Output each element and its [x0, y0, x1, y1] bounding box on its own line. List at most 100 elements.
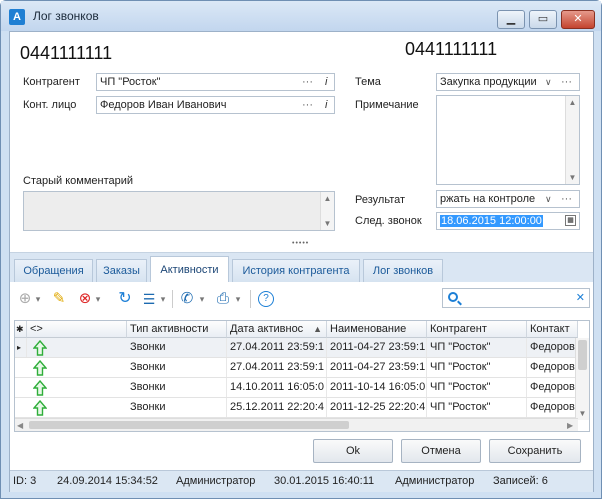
add-dropdown-icon[interactable]: ▾: [34, 290, 42, 308]
close-button[interactable]: ✕: [561, 10, 595, 29]
search-icon-handle: [457, 300, 462, 306]
next-call-value: 18.06.2015 12:00:00: [440, 215, 543, 227]
print-icon[interactable]: ⎙: [214, 290, 232, 308]
old-comment-label: Старый комментарий: [23, 175, 134, 187]
contractor-value: ЧП "Росток": [100, 76, 161, 88]
result-value: ржать на контроле: [440, 193, 536, 205]
scroll-left-icon[interactable]: ◀: [17, 422, 25, 430]
dialog-client: 0441111111 0441111111 Контрагент ЧП "Рос…: [9, 31, 594, 492]
tab-contractor-history[interactable]: История контрагента: [232, 259, 360, 283]
activity-date-cell: 14.10.2011 16:05:0: [227, 378, 327, 397]
column-chooser-icon[interactable]: ✱: [15, 321, 27, 338]
print-dropdown-icon[interactable]: ▾: [234, 290, 242, 308]
column-header-name[interactable]: Наименование: [327, 321, 427, 338]
activity-type-cell: Звонки: [127, 398, 227, 417]
activity-date-cell: 27.04.2011 23:59:1: [227, 358, 327, 377]
result-label: Результат: [355, 194, 406, 206]
minimize-button[interactable]: ▁: [497, 10, 525, 29]
contractor-field[interactable]: ЧП "Росток" ··· i: [96, 73, 335, 91]
contact-field[interactable]: Федоров Иван Иванович ··· i: [96, 96, 335, 114]
result-chevron-down-icon[interactable]: ∨: [545, 191, 552, 207]
tab-strip: Обращения Заказы Активности История конт…: [10, 252, 593, 284]
phone-dropdown-icon[interactable]: ▾: [198, 290, 206, 308]
scroll-up-icon[interactable]: ▲: [566, 96, 579, 109]
contact-browse-icon[interactable]: ···: [302, 97, 313, 113]
note-textarea[interactable]: ▲ ▼: [436, 95, 580, 185]
scroll-up-icon[interactable]: ▲: [321, 192, 334, 205]
add-icon[interactable]: ⊕: [16, 290, 34, 308]
delete-dropdown-icon[interactable]: ▾: [94, 290, 102, 308]
column-header-activity-type[interactable]: Тип активности: [127, 321, 227, 338]
scroll-down-icon[interactable]: ▼: [321, 217, 334, 230]
contractor-cell: ЧП "Росток": [427, 378, 527, 397]
grid-vertical-scrollbar[interactable]: ▼: [575, 338, 589, 420]
created-by: Администратор: [176, 475, 256, 487]
old-comment-textarea[interactable]: ▲ ▼: [23, 191, 335, 231]
old-comment-scrollbar[interactable]: ▲ ▼: [320, 192, 334, 230]
column-header-icon[interactable]: <>: [27, 321, 127, 338]
name-cell: 2011-04-27 23:59:1: [327, 358, 427, 377]
clear-search-icon[interactable]: ✕: [576, 291, 585, 304]
app-icon: A: [9, 9, 25, 25]
grid-view-dropdown-icon[interactable]: ▾: [159, 290, 167, 308]
tab-requests[interactable]: Обращения: [14, 259, 93, 283]
toolbar-separator: [250, 290, 251, 308]
result-field[interactable]: ржать на контроле ∨ ···: [436, 190, 580, 208]
splitter-handle[interactable]: •••••: [292, 240, 309, 247]
table-row[interactable]: Звонки 14.10.2011 16:05:0 2011-10-14 16:…: [15, 378, 578, 398]
record-count: Записей: 6: [493, 475, 548, 487]
grid-horizontal-scrollbar[interactable]: ◀ ▶: [15, 418, 578, 431]
contact-cell: Федоров: [527, 338, 578, 357]
grid-vscroll-thumb[interactable]: [578, 340, 587, 370]
arrow-up-icon: [33, 380, 47, 396]
tab-activities[interactable]: Активности: [150, 256, 229, 284]
save-button[interactable]: Сохранить: [489, 439, 581, 463]
activity-date-cell: 25.12.2011 22:20:4: [227, 398, 327, 417]
name-cell: 2011-12-25 22:20:4: [327, 398, 427, 417]
ok-button[interactable]: Ok: [313, 439, 393, 463]
arrow-up-icon: [33, 340, 47, 356]
table-row[interactable]: Звонки 25.12.2011 22:20:4 2011-12-25 22:…: [15, 398, 578, 418]
scroll-right-icon[interactable]: ▶: [567, 422, 575, 430]
search-input[interactable]: ✕: [442, 288, 590, 308]
contact-info-icon[interactable]: i: [325, 97, 327, 113]
activities-pane: ⊕ ▾ ✎ ⊗ ▾ ↻ ☰ ▾ ✆ ▾ ⎙ ▾ ? ✕ ✱ <> Тип акт…: [10, 282, 593, 432]
cancel-button[interactable]: Отмена: [401, 439, 481, 463]
topic-browse-icon[interactable]: ···: [561, 74, 572, 90]
call-log-window: A Лог звонков ▁ ▭ ✕ 0441111111 044111111…: [0, 0, 602, 499]
contractor-info-icon[interactable]: i: [325, 74, 327, 90]
edit-icon[interactable]: ✎: [50, 290, 68, 308]
title-bar[interactable]: A Лог звонков ▁ ▭ ✕: [1, 1, 601, 31]
delete-icon[interactable]: ⊗: [76, 290, 94, 308]
column-header-activity-date[interactable]: Дата активнос ▲: [227, 321, 327, 338]
contact-label: Конт. лицо: [23, 99, 77, 111]
tab-call-log[interactable]: Лог звонков: [363, 259, 443, 283]
note-scrollbar[interactable]: ▲ ▼: [565, 96, 579, 184]
grid-hscroll-thumb[interactable]: [29, 421, 349, 429]
window-title: Лог звонков: [33, 9, 99, 23]
activity-date-cell: 27.04.2011 23:59:1: [227, 338, 327, 357]
modified-by: Администратор: [395, 475, 475, 487]
next-call-field[interactable]: 18.06.2015 12:00:00 ▦: [436, 212, 580, 230]
refresh-icon[interactable]: ↻: [116, 290, 134, 308]
table-row[interactable]: ▸ Звонки 27.04.2011 23:59:1 2011-04-27 2…: [15, 338, 578, 358]
help-icon[interactable]: ?: [258, 291, 274, 307]
activity-type-cell: Звонки: [127, 378, 227, 397]
tab-orders[interactable]: Заказы: [96, 259, 147, 283]
column-header-contractor[interactable]: Контрагент: [427, 321, 527, 338]
phone-icon[interactable]: ✆: [178, 290, 196, 308]
maximize-button[interactable]: ▭: [529, 10, 557, 29]
contractor-browse-icon[interactable]: ···: [302, 74, 313, 90]
calendar-icon[interactable]: ▦: [565, 215, 576, 226]
scroll-down-icon[interactable]: ▼: [566, 171, 579, 184]
result-browse-icon[interactable]: ···: [561, 191, 572, 207]
phone-number-left: 0441111111: [20, 43, 113, 63]
table-row[interactable]: Звонки 27.04.2011 23:59:1 2011-04-27 23:…: [15, 358, 578, 378]
grid-view-icon[interactable]: ☰: [140, 290, 158, 308]
phone-number-right: 0441111111: [405, 39, 498, 59]
topic-chevron-down-icon[interactable]: ∨: [545, 74, 552, 90]
contractor-label: Контрагент: [23, 76, 80, 88]
note-label: Примечание: [355, 99, 419, 111]
topic-field[interactable]: Закупка продукции ∨ ···: [436, 73, 580, 91]
column-header-contact[interactable]: Контакт: [527, 321, 578, 338]
